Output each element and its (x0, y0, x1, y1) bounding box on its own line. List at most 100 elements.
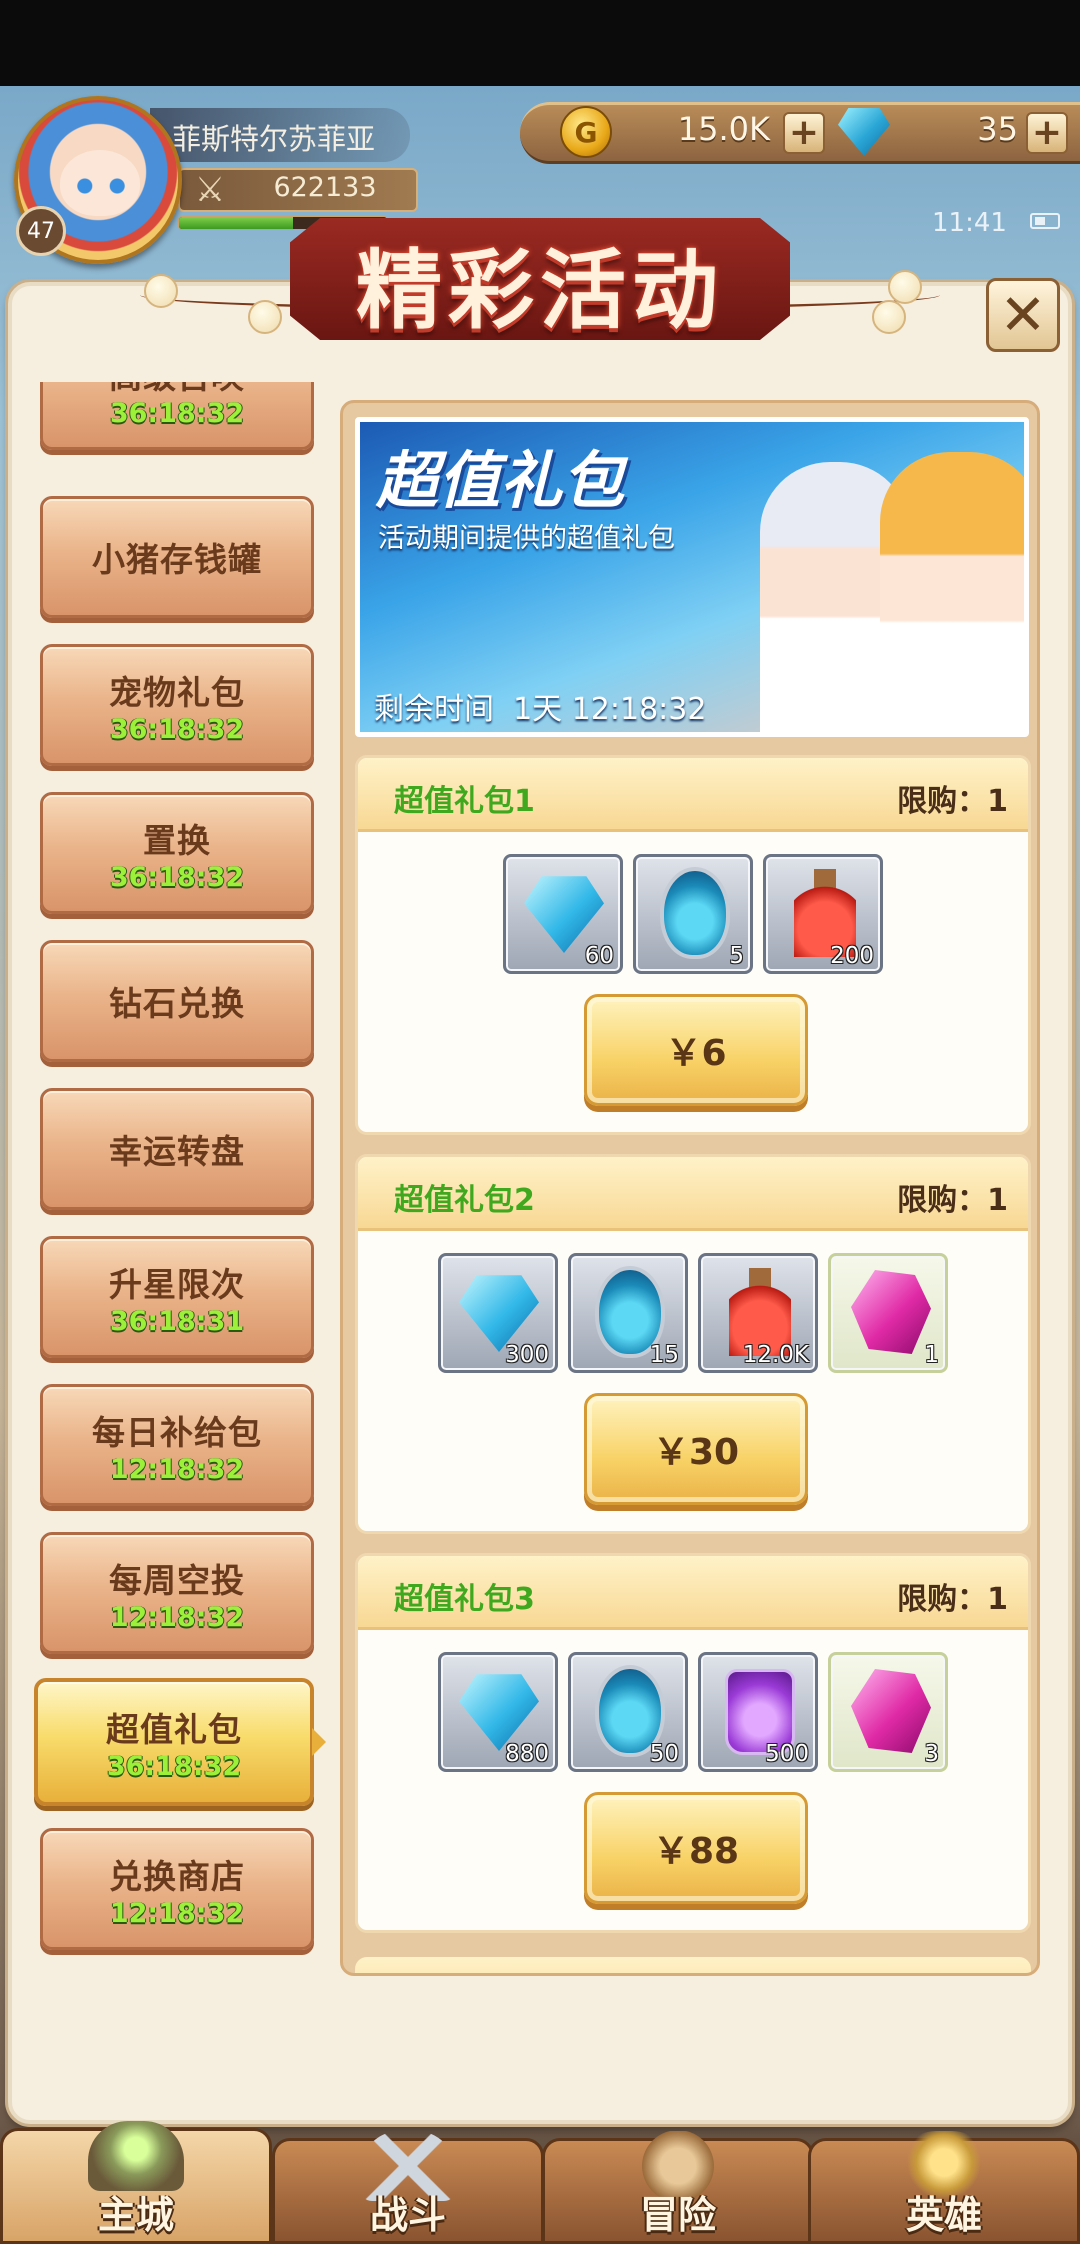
bead-decoration (144, 274, 178, 308)
bead-decoration (888, 270, 922, 304)
banner-character-blonde (880, 452, 1024, 732)
pack-header: 超值礼包3 限购：1 (358, 1556, 1028, 1630)
diamond-icon (524, 876, 604, 953)
reward-item-gem[interactable]: 1 (828, 1253, 948, 1373)
pack-card: 超值礼包3 限购：1 880 50 500 3 ￥88 (355, 1553, 1031, 1933)
sidebar-item-label: 置换 (143, 820, 211, 860)
pack-name: 超值礼包3 (394, 1582, 535, 1617)
status-bar (0, 0, 1080, 86)
battery-icon (1030, 213, 1060, 229)
pack-card-partial (355, 1957, 1031, 1973)
item-count: 880 (505, 1741, 549, 1767)
castle-gate-icon (88, 2121, 184, 2191)
sidebar-item-daily-supply[interactable]: 每日补给包 12:18:32 (40, 1384, 314, 1506)
bead-decoration (248, 300, 282, 334)
close-button[interactable]: ✕ (986, 278, 1060, 352)
bottom-nav: 主城 战斗 冒险 英雄 (0, 2121, 1080, 2244)
tab-adventure[interactable]: 冒险 (542, 2131, 814, 2244)
reward-item-purple-jar[interactable]: 500 (698, 1652, 818, 1772)
sidebar-item-timer: 12:18:32 (109, 1601, 245, 1633)
sidebar-item-label: 钻石兑换 (109, 984, 245, 1023)
reward-item-egg[interactable]: 5 (633, 854, 753, 974)
sidebar-item-diamond-exchange[interactable]: 钻石兑换 (40, 940, 314, 1062)
reward-item-egg[interactable]: 15 (568, 1253, 688, 1373)
power-value: 622133 (273, 172, 377, 203)
banner-subtitle: 活动期间提供的超值礼包 (378, 523, 675, 554)
item-count: 5 (729, 943, 744, 969)
sidebar-item-advanced-summon[interactable]: 高级召唤 36:18:32 (40, 382, 314, 450)
sidebar-item-timer: 36:18:32 (106, 1750, 242, 1782)
page-title: 精彩活动 (356, 240, 724, 341)
reward-item-potion[interactable]: 200 (763, 854, 883, 974)
pack-limit: 限购：1 (897, 1582, 1008, 1617)
tab-label: 冒险 (639, 2193, 716, 2237)
sidebar-item-value-pack[interactable]: 超值礼包 36:18:32 (34, 1678, 326, 1806)
add-gold-button[interactable]: + (783, 112, 825, 154)
reward-item-diamond[interactable]: 300 (438, 1253, 558, 1373)
level-badge: 47 (16, 206, 66, 256)
tab-heroes[interactable]: 英雄 (808, 2131, 1080, 2244)
add-gems-button[interactable]: + (1026, 112, 1068, 154)
exp-fill (179, 217, 294, 229)
pack-card: 超值礼包2 限购：1 300 15 12.0K 1 ￥30 (355, 1154, 1031, 1534)
pink-gem-icon (851, 1270, 931, 1354)
tab-label: 主城 (97, 2193, 174, 2237)
sidebar-item-star-limit[interactable]: 升星限次 36:18:31 (40, 1236, 314, 1358)
pack-items: 880 50 500 3 (358, 1652, 1028, 1772)
item-count: 200 (830, 943, 874, 969)
item-count: 12.0K (742, 1342, 809, 1368)
sidebar-item-timer: 12:18:32 (109, 1897, 245, 1929)
tab-label: 战斗 (369, 2193, 446, 2237)
diamond-icon (459, 1275, 539, 1352)
reward-item-diamond[interactable]: 880 (438, 1652, 558, 1772)
buy-button[interactable]: ￥30 (584, 1393, 808, 1505)
sidebar-item-weekly-airdrop[interactable]: 每周空投 12:18:32 (40, 1532, 314, 1654)
pink-gem-icon (851, 1669, 931, 1753)
item-count: 60 (584, 943, 614, 969)
banner-title: 超值礼包 (376, 444, 625, 517)
item-count: 15 (649, 1342, 679, 1368)
diamond-icon (459, 1674, 539, 1751)
gem-value: 35 (977, 110, 1018, 148)
crossed-swords-icon: ⚔ (194, 170, 226, 210)
bead-decoration (872, 300, 906, 334)
sidebar-item-piggy-bank[interactable]: 小猪存钱罐 (40, 496, 314, 618)
sidebar-item-exchange[interactable]: 置换 36:18:32 (40, 792, 314, 914)
tab-battle[interactable]: 战斗 (272, 2131, 544, 2244)
item-count: 500 (765, 1741, 809, 1767)
event-content[interactable]: 超值礼包 活动期间提供的超值礼包 剩余时间 1天 12:18:32 超值礼包1 … (340, 400, 1040, 1976)
sidebar-item-timer: 36:18:32 (109, 397, 245, 429)
sidebar-item-timer: 12:18:32 (109, 1453, 245, 1485)
pack-card: 超值礼包1 限购：1 60 5 200 ￥6 (355, 755, 1031, 1135)
player-name: 菲斯特尔苏菲亚 (172, 122, 376, 156)
sidebar-item-exchange-shop[interactable]: 兑换商店 12:18:32 (40, 1828, 314, 1950)
reward-item-diamond[interactable]: 60 (503, 854, 623, 974)
item-count: 3 (924, 1741, 939, 1767)
pack-items: 300 15 12.0K 1 (358, 1253, 1028, 1373)
pack-name: 超值礼包1 (394, 784, 535, 819)
buy-button[interactable]: ￥88 (584, 1792, 808, 1904)
sidebar-item-label: 兑换商店 (109, 1856, 245, 1896)
reward-item-egg[interactable]: 50 (568, 1652, 688, 1772)
pack-limit: 限购：1 (897, 1183, 1008, 1218)
pack-name: 超值礼包2 (394, 1183, 535, 1218)
sidebar-item-label: 幸运转盘 (109, 1132, 245, 1171)
buy-button[interactable]: ￥6 (584, 994, 808, 1106)
item-count: 50 (649, 1741, 679, 1767)
tab-main-city[interactable]: 主城 (0, 2121, 272, 2244)
pack-header: 超值礼包2 限购：1 (358, 1157, 1028, 1231)
remaining-value: 1天 12:18:32 (513, 692, 707, 727)
sidebar-item-label: 小猪存钱罐 (92, 540, 262, 579)
sidebar-item-label: 升星限次 (109, 1264, 245, 1304)
reward-item-gem[interactable]: 3 (828, 1652, 948, 1772)
pack-items: 60 5 200 (358, 854, 1028, 974)
tab-label: 英雄 (905, 2193, 982, 2237)
pack-header: 超值礼包1 限购：1 (358, 758, 1028, 832)
sidebar-item-lucky-wheel[interactable]: 幸运转盘 (40, 1088, 314, 1210)
reward-item-potion[interactable]: 12.0K (698, 1253, 818, 1373)
sidebar-item-pet-pack[interactable]: 宠物礼包 36:18:32 (40, 644, 314, 766)
pack-limit: 限购：1 (897, 784, 1008, 819)
event-sidebar[interactable]: 高级召唤 36:18:32 小猪存钱罐 宠物礼包 36:18:32 置换 36:… (30, 382, 330, 1976)
sidebar-item-label: 超值礼包 (106, 1709, 242, 1749)
sidebar-item-timer: 36:18:31 (109, 1305, 245, 1337)
